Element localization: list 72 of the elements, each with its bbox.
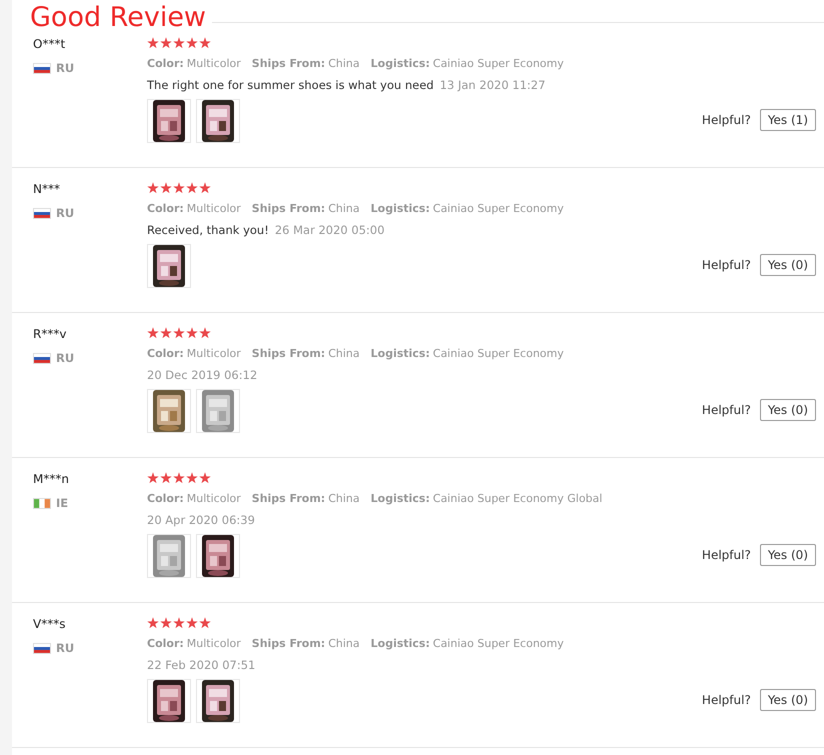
attribute-value: Cainiao Super Economy <box>432 201 564 217</box>
attribute-value: Multicolor <box>186 636 241 652</box>
reviewer-name: M***n <box>33 471 70 487</box>
flag-icon <box>33 62 51 74</box>
attribute-label: Logistics: <box>370 56 430 72</box>
attribute-label: Logistics: <box>370 346 430 362</box>
attribute-value: Multicolor <box>186 346 241 362</box>
attribute-label: Color: <box>147 491 184 507</box>
reviewer-name: R***v <box>33 326 68 342</box>
attribute-label: Color: <box>147 201 184 217</box>
reviewer-name: O***t <box>33 36 66 52</box>
attribute-value: China <box>328 56 360 72</box>
photo-thumbnail[interactable] <box>147 679 191 723</box>
helpful-label: Helpful? <box>702 693 751 707</box>
helpful-label: Helpful? <box>702 403 751 417</box>
attribute-value: Multicolor <box>186 201 241 217</box>
helpful-yes-button[interactable]: Yes (0) <box>760 254 816 276</box>
attribute-value: China <box>328 201 360 217</box>
attribute-value: Cainiao Super Economy <box>432 636 564 652</box>
country-code: RU <box>56 61 74 75</box>
attribute-value: Multicolor <box>186 491 241 507</box>
attribute-label: Color: <box>147 346 184 362</box>
reviewer-name: N*** <box>33 181 61 197</box>
photo-thumbnail[interactable] <box>147 99 191 143</box>
flag-icon <box>33 352 51 364</box>
review-date: 20 Dec 2019 06:12 <box>147 368 258 382</box>
photo-thumbnail[interactable] <box>147 389 191 433</box>
attribute-value: China <box>328 636 360 652</box>
review-date: 22 Feb 2020 07:51 <box>147 658 256 672</box>
attribute-label: Ships From: <box>252 491 326 507</box>
flag-icon <box>33 642 51 654</box>
review-text: Received, thank you! <box>147 223 269 237</box>
photo-thumbnail[interactable] <box>147 534 191 578</box>
attribute-label: Color: <box>147 636 184 652</box>
attribute-value: Cainiao Super Economy <box>432 56 564 72</box>
reviewer-name: V***s <box>33 616 66 632</box>
attribute-value: China <box>328 346 360 362</box>
attribute-value: China <box>328 491 360 507</box>
review-date: 13 Jan 2020 11:27 <box>440 78 546 92</box>
review-text: The right one for summer shoes is what you need <box>147 78 434 92</box>
helpful-yes-button[interactable]: Yes (0) <box>760 399 816 421</box>
flag-icon <box>33 498 51 508</box>
country-code: RU <box>56 206 74 220</box>
helpful-label: Helpful? <box>702 258 751 272</box>
attribute-label: Logistics: <box>370 491 430 507</box>
helpful-label: Helpful? <box>702 548 751 562</box>
attribute-value: Cainiao Super Economy <box>432 346 564 362</box>
attribute-label: Ships From: <box>252 346 326 362</box>
attribute-label: Ships From: <box>252 636 326 652</box>
photo-thumbnail[interactable] <box>196 99 240 143</box>
review-date: 26 Mar 2020 05:00 <box>274 223 385 237</box>
review-date: 20 Apr 2020 06:39 <box>147 513 255 527</box>
helpful-yes-button[interactable]: Yes (0) <box>760 689 816 711</box>
country-code: RU <box>56 351 74 365</box>
flag-icon <box>33 208 51 218</box>
country-code: RU <box>56 641 74 655</box>
attribute-label: Logistics: <box>370 636 430 652</box>
attribute-label: Ships From: <box>252 56 326 72</box>
photo-thumbnail[interactable] <box>196 534 240 578</box>
attribute-label: Color: <box>147 56 184 72</box>
photo-thumbnail[interactable] <box>196 679 240 723</box>
helpful-yes-button[interactable]: Yes (1) <box>760 109 816 131</box>
overlay-title: Good Review <box>30 3 206 33</box>
attribute-label: Logistics: <box>370 201 430 217</box>
attribute-value: Cainiao Super Economy Global <box>432 491 602 507</box>
attribute-value: Multicolor <box>186 56 241 72</box>
photo-thumbnail[interactable] <box>196 389 240 433</box>
country-code: IE <box>56 496 68 510</box>
helpful-yes-button[interactable]: Yes (0) <box>760 544 816 566</box>
attribute-label: Ships From: <box>252 201 326 217</box>
photo-thumbnail[interactable] <box>147 244 191 288</box>
helpful-label: Helpful? <box>702 113 751 127</box>
